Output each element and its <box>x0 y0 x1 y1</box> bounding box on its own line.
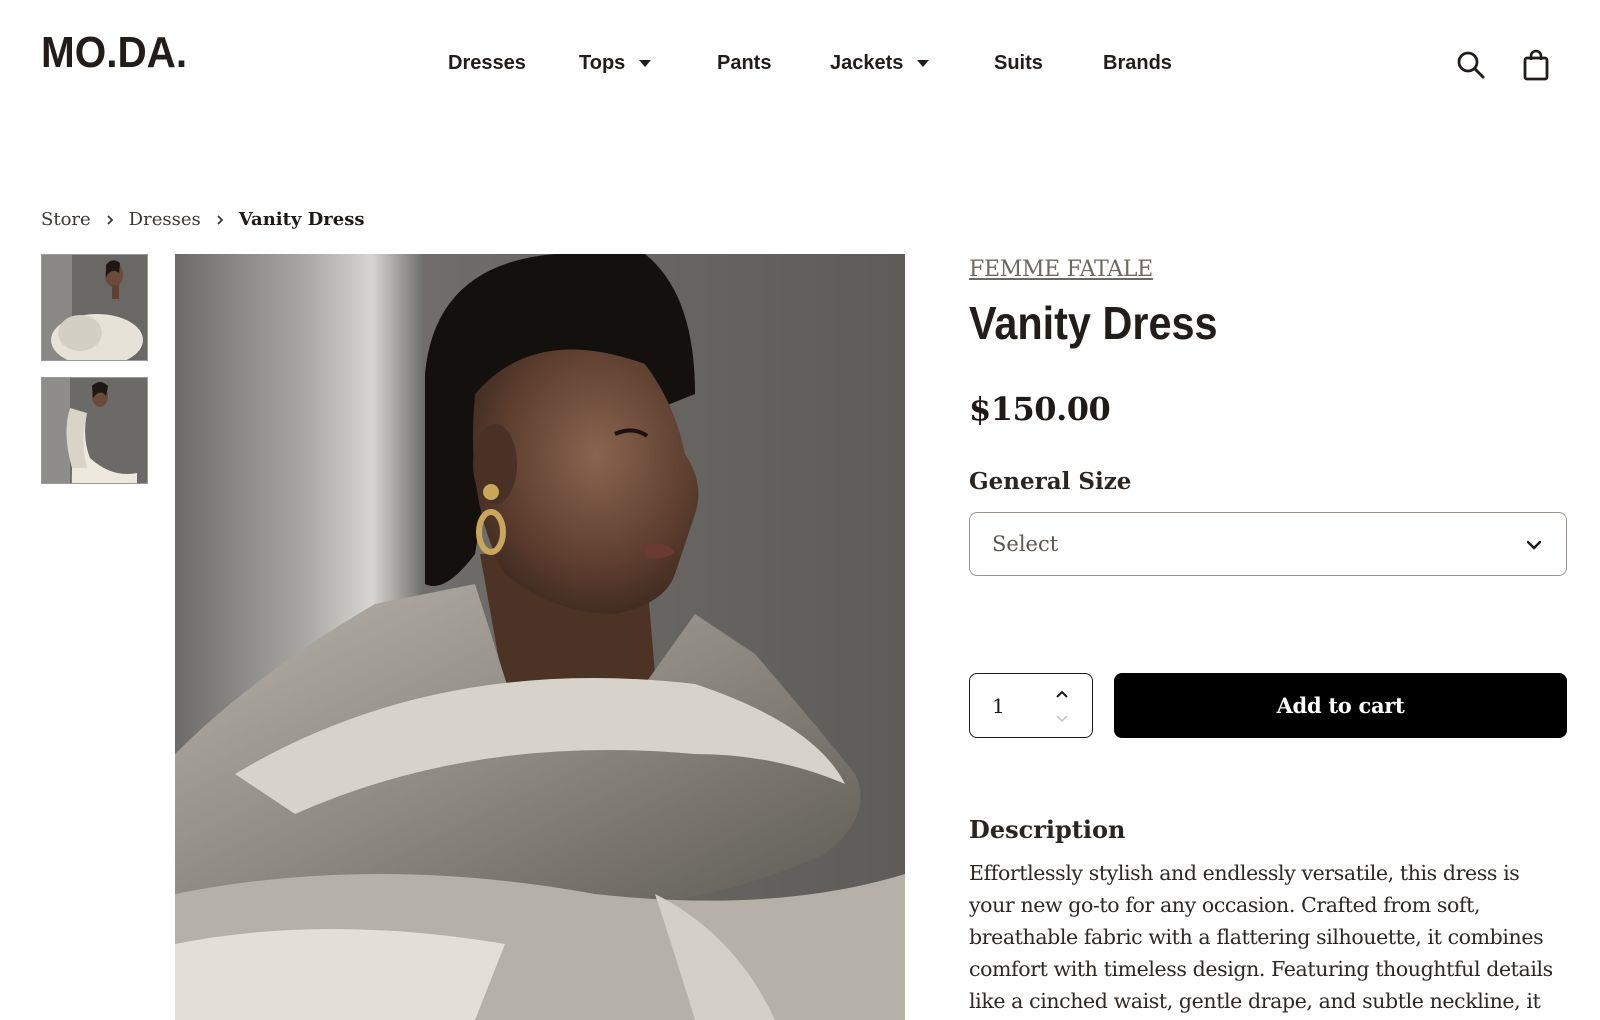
breadcrumb-link-store[interactable]: Store <box>41 209 91 230</box>
size-select-value: Select <box>992 532 1059 556</box>
model-photo <box>175 254 905 1020</box>
chevron-down-icon <box>1526 540 1542 550</box>
caret-down-icon <box>917 60 930 67</box>
search-icon[interactable] <box>1454 48 1488 82</box>
chevron-down-icon[interactable] <box>1054 711 1070 727</box>
quantity-value[interactable]: 1 <box>992 694 1005 718</box>
quantity-stepper[interactable]: 1 <box>969 673 1093 738</box>
product-title: Vanity Dress <box>969 297 1218 349</box>
nav-item-label: Suits <box>994 52 1043 74</box>
nav-item-tops[interactable]: Tops <box>579 52 652 75</box>
nav-item-label: Brands <box>1103 52 1172 74</box>
description-heading: Description <box>969 815 1126 844</box>
product-main-image[interactable] <box>175 254 905 1020</box>
shopping-bag-icon[interactable] <box>1519 48 1553 82</box>
nav-item-label: Tops <box>579 52 626 74</box>
description-text: Effortlessly stylish and endlessly versa… <box>969 861 1553 1013</box>
chevron-up-icon[interactable] <box>1054 686 1070 702</box>
model-photo-thumbnail <box>42 378 147 483</box>
chevron-right-icon <box>107 214 113 225</box>
chevron-right-icon <box>217 214 224 225</box>
breadcrumb: Store Dresses Vanity Dress <box>41 209 365 230</box>
product-thumbnail-1[interactable] <box>41 254 148 361</box>
nav-item-label: Dresses <box>448 52 526 74</box>
nav-item-jackets[interactable]: Jackets <box>830 52 930 75</box>
size-label: General Size <box>969 468 1132 495</box>
nav-item-brands[interactable]: Brands <box>1103 52 1172 75</box>
nav-item-label: Pants <box>717 52 772 74</box>
product-brand-link[interactable]: FEMME FATALE <box>969 257 1153 282</box>
nav-item-pants[interactable]: Pants <box>717 52 771 75</box>
add-to-cart-button[interactable]: Add to cart <box>1114 673 1567 738</box>
main-nav: Dresses Tops Pants Jackets Suits Brands <box>0 52 1600 82</box>
breadcrumb-current: Vanity Dress <box>238 209 365 230</box>
model-photo-thumbnail <box>42 255 147 360</box>
product-thumbnail-2[interactable] <box>41 377 148 484</box>
breadcrumb-link-dresses[interactable]: Dresses <box>129 209 201 230</box>
size-select[interactable]: Select <box>969 512 1567 576</box>
product-price: $150.00 <box>969 390 1111 428</box>
nav-item-suits[interactable]: Suits <box>994 52 1043 75</box>
nav-item-dresses[interactable]: Dresses <box>448 52 526 75</box>
nav-item-label: Jackets <box>830 52 904 74</box>
caret-down-icon <box>639 60 652 67</box>
